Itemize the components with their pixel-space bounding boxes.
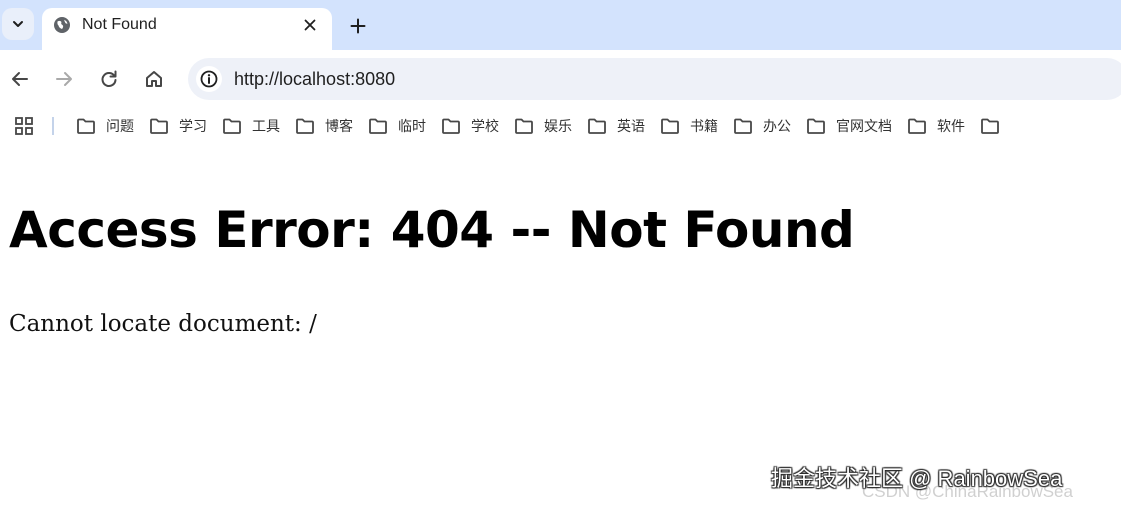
url-text[interactable]: http://localhost:8080 <box>234 69 395 89</box>
folder-icon <box>515 118 533 134</box>
apps-grid-icon[interactable] <box>14 116 34 136</box>
info-icon <box>200 70 218 88</box>
home-button[interactable] <box>139 64 169 94</box>
folder-icon <box>369 118 387 134</box>
tab-strip: Not Found <box>0 0 1121 50</box>
reload-icon <box>101 70 117 87</box>
forward-button[interactable] <box>49 64 79 94</box>
tab-search-button[interactable] <box>2 8 34 40</box>
page-content: Access Error: 404 -- Not Found Cannot lo… <box>0 144 1121 511</box>
bookmark-folder[interactable]: 英语 <box>583 112 655 140</box>
bookmark-folder[interactable]: 学习 <box>145 112 217 140</box>
bookmark-folder[interactable]: 问题 <box>72 112 144 140</box>
error-message: Cannot locate document: / <box>9 311 317 337</box>
bookmark-label: 问题 <box>106 118 134 134</box>
folder-icon <box>77 118 95 134</box>
toolbar: http://localhost:8080 <box>0 50 1121 108</box>
bookmark-folder[interactable]: 博客 <box>291 112 363 140</box>
tab-title: Not Found <box>82 16 157 33</box>
close-icon <box>304 19 316 31</box>
folder-icon <box>734 118 752 134</box>
bookmark-label: 娱乐 <box>544 118 572 134</box>
bookmark-folder[interactable] <box>976 112 1020 140</box>
folder-icon <box>981 118 999 134</box>
home-icon <box>146 71 162 87</box>
folder-icon <box>296 118 314 134</box>
tab-active[interactable]: Not Found <box>42 8 332 50</box>
folder-icon <box>807 118 825 134</box>
bookmark-label: 英语 <box>617 118 645 134</box>
bookmark-label: 软件 <box>937 118 965 134</box>
bookmark-folder[interactable]: 软件 <box>903 112 975 140</box>
folder-icon <box>223 118 241 134</box>
watermark-juejin: 掘金技术社区 @ RainbowSea <box>771 466 1063 491</box>
bookmark-label: 工具 <box>252 118 280 134</box>
chevron-down-icon <box>13 21 23 27</box>
bookmark-folder-list: 问题 学习 工具 博客 临时 学校 娱乐 英语 书籍 办公 官网文档 软件 <box>72 108 1021 144</box>
error-heading: Access Error: 404 -- Not Found <box>9 201 855 259</box>
bookmarks-bar: 问题 学习 工具 博客 临时 学校 娱乐 英语 书籍 办公 官网文档 软件 <box>0 108 1121 144</box>
arrow-right-icon <box>56 72 72 86</box>
bookmark-label: 学习 <box>179 118 207 134</box>
folder-icon <box>442 118 460 134</box>
arrow-left-icon <box>12 72 28 86</box>
folder-icon <box>908 118 926 134</box>
site-info-button[interactable] <box>196 66 222 92</box>
new-tab-button[interactable] <box>344 12 372 40</box>
bookmark-label: 临时 <box>398 118 426 134</box>
folder-icon <box>588 118 606 134</box>
bookmark-folder[interactable]: 办公 <box>729 112 801 140</box>
globe-icon <box>54 17 70 33</box>
bookmark-folder[interactable]: 官网文档 <box>802 112 902 140</box>
bookmarks-divider <box>52 117 54 135</box>
bookmark-label: 官网文档 <box>836 118 892 134</box>
plus-icon <box>350 18 366 34</box>
address-bar[interactable]: http://localhost:8080 <box>188 58 1121 100</box>
back-button[interactable] <box>5 64 35 94</box>
bookmark-folder[interactable]: 工具 <box>218 112 290 140</box>
bookmark-folder[interactable]: 学校 <box>437 112 509 140</box>
folder-icon <box>150 118 168 134</box>
bookmark-label: 博客 <box>325 118 353 134</box>
bookmark-label: 书籍 <box>690 118 718 134</box>
bookmark-folder[interactable]: 临时 <box>364 112 436 140</box>
folder-icon <box>661 118 679 134</box>
bookmark-folder[interactable]: 娱乐 <box>510 112 582 140</box>
bookmark-folder[interactable]: 书籍 <box>656 112 728 140</box>
bookmark-label: 办公 <box>763 118 791 134</box>
reload-button[interactable] <box>94 64 124 94</box>
tab-close-button[interactable] <box>300 15 320 35</box>
bookmark-label: 学校 <box>471 118 499 134</box>
